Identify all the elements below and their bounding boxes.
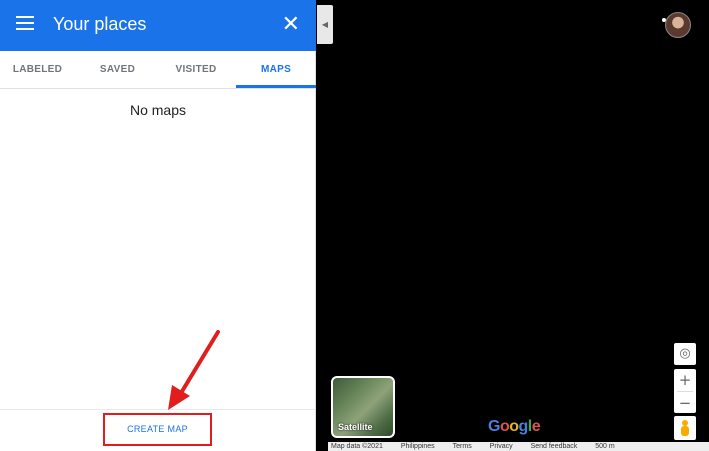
map-data-attribution: Map data ©2021 xyxy=(331,443,383,450)
side-panel: Your places ✕ LABELED SAVED VISITED MAPS… xyxy=(0,0,316,451)
street-view-pegman-icon[interactable] xyxy=(674,416,696,440)
google-logo: Google xyxy=(488,418,541,435)
tab-saved[interactable]: SAVED xyxy=(79,51,156,88)
close-icon[interactable]: ✕ xyxy=(282,12,300,36)
terms-link[interactable]: Terms xyxy=(453,443,472,450)
page-title: Your places xyxy=(53,14,147,34)
region-link[interactable]: Philippines xyxy=(401,443,435,450)
empty-state-message: No maps xyxy=(129,102,187,118)
scale-bar[interactable]: 500 m xyxy=(595,443,614,450)
create-map-button[interactable]: CREATE MAP xyxy=(103,413,212,446)
tab-visited[interactable]: VISITED xyxy=(157,51,235,88)
satellite-label: Satellite xyxy=(338,422,373,432)
zoom-control: + − xyxy=(674,369,696,413)
tab-bar: LABELED SAVED VISITED MAPS xyxy=(0,51,316,89)
map-footer-bar: Map data ©2021 Philippines Terms Privacy… xyxy=(328,442,709,451)
my-location-icon[interactable]: ◎ xyxy=(674,343,696,365)
panel-header: Your places ✕ xyxy=(0,0,316,51)
zoom-out-button[interactable]: − xyxy=(674,392,696,414)
satellite-layer-toggle[interactable]: Satellite xyxy=(331,376,395,438)
zoom-in-button[interactable]: + xyxy=(674,369,696,391)
send-feedback-link[interactable]: Send feedback xyxy=(531,443,578,450)
menu-icon[interactable] xyxy=(16,16,34,34)
collapse-panel-button[interactable]: ◀ xyxy=(317,5,333,44)
privacy-link[interactable]: Privacy xyxy=(490,443,513,450)
avatar[interactable] xyxy=(665,12,691,38)
tab-maps[interactable]: MAPS xyxy=(236,51,316,88)
panel-footer: CREATE MAP xyxy=(0,409,316,451)
tab-labeled[interactable]: LABELED xyxy=(0,51,75,88)
